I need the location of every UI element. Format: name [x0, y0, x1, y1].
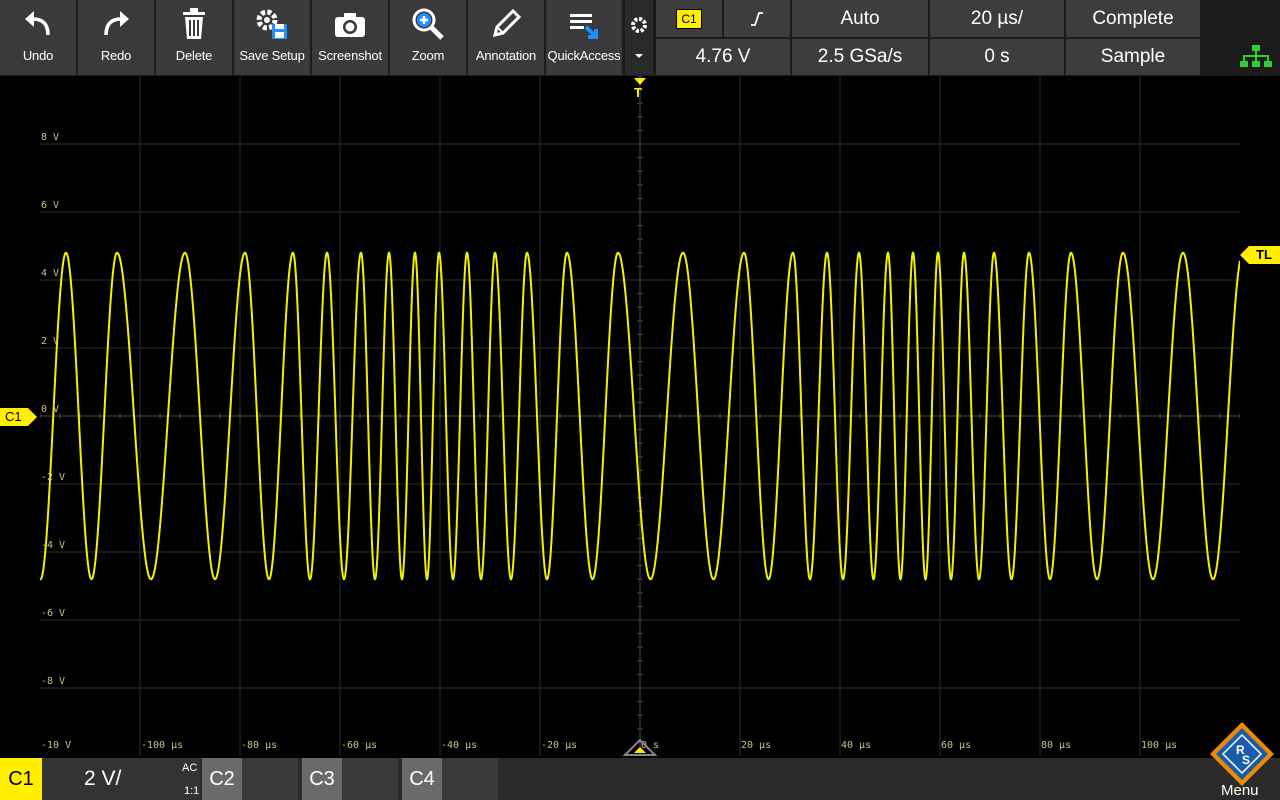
top-toolbar: Undo Redo Delete Save Setup Screenshot Z… [0, 0, 1280, 76]
pencil-icon [489, 0, 523, 48]
channel-c2-tab[interactable]: C2 [202, 758, 242, 800]
trigger-level-marker[interactable]: TL [1240, 246, 1280, 264]
quick-access-button[interactable]: QuickAccess [546, 0, 622, 75]
annotation-label: Annotation [475, 48, 537, 63]
y-axis-label: 2 V [41, 336, 60, 347]
save-setup-label: Save Setup [239, 48, 305, 63]
redo-icon [99, 0, 133, 48]
channel-c4-tab[interactable]: C4 [402, 758, 442, 800]
channel-c2-slot[interactable] [242, 758, 298, 800]
zoom-label: Zoom [411, 48, 445, 63]
x-axis-label: -80 µs [241, 740, 278, 751]
y-axis-label: -4 V [41, 540, 66, 551]
rising-edge-icon [751, 11, 763, 26]
undo-button[interactable]: Undo [0, 0, 76, 75]
waveform-canvas [40, 251, 1240, 581]
x-axis-label: -20 µs [541, 740, 578, 751]
channel-c1-probe: 1:1 [184, 785, 200, 797]
trigger-level-cell[interactable]: 4.76 V [656, 39, 790, 75]
undo-icon [21, 0, 55, 48]
channel-c3-slot[interactable] [342, 758, 398, 800]
horizontal-offset-cell[interactable]: 0 s [930, 39, 1064, 75]
x-axis-label: 100 µs [1141, 740, 1178, 751]
trigger-slope-cell[interactable] [724, 0, 790, 37]
delete-button[interactable]: Delete [156, 0, 232, 75]
zoom-icon [411, 0, 445, 48]
channel-c1-trace [40, 251, 1240, 581]
undo-label: Undo [22, 48, 54, 63]
y-axis-label: -6 V [41, 608, 66, 619]
zoom-button[interactable]: Zoom [390, 0, 466, 75]
trigger-level-marker-label: TL [1256, 247, 1272, 262]
delete-label: Delete [175, 48, 213, 63]
network-icon [1240, 45, 1272, 67]
x-axis-label: 60 µs [941, 740, 972, 751]
trigger-position-marker-label: T [634, 85, 642, 100]
x-axis-label: 20 µs [741, 740, 772, 751]
screenshot-label: Screenshot [318, 48, 382, 63]
redo-button[interactable]: Redo [78, 0, 154, 75]
trigger-source-cell[interactable]: C1 [656, 0, 722, 37]
trigger-position-marker[interactable]: T [631, 78, 649, 111]
rs-logo-icon: R S [1210, 722, 1274, 786]
channel-bar: C1 2 V/ AC 1:1 C2 C3 C4 [0, 758, 1280, 800]
x-axis-label: 40 µs [841, 740, 872, 751]
menu-label: Menu [1221, 782, 1259, 799]
trigger-source-badge: C1 [676, 8, 702, 29]
channel-c4-slot[interactable] [442, 758, 498, 800]
save-setup-button[interactable]: Save Setup [234, 0, 310, 75]
channel-offset-marker-label: C1 [5, 409, 22, 424]
acquisition-state-cell[interactable]: Complete [1066, 0, 1200, 37]
x-axis-label: -60 µs [341, 740, 378, 751]
quick-access-icon [566, 0, 602, 48]
channel-c1-tab[interactable]: C1 [0, 758, 42, 800]
annotation-button[interactable]: Annotation [468, 0, 544, 75]
acquisition-mode-cell[interactable]: Sample [1066, 39, 1200, 75]
x-axis-label: -10 V [41, 740, 72, 751]
menu-button[interactable]: R S Menu [1204, 720, 1280, 800]
channel-c1-coupling: AC [182, 762, 198, 774]
y-axis-label: -8 V [41, 676, 66, 687]
x-axis-label: -100 µs [141, 740, 184, 751]
toolbar-settings-button[interactable] [625, 0, 653, 75]
horizontal-position-marker[interactable] [623, 738, 657, 756]
channel-c3-tab[interactable]: C3 [302, 758, 342, 800]
y-axis-label: 4 V [41, 268, 60, 279]
y-axis-label: 6 V [41, 200, 60, 211]
y-axis-label: 8 V [41, 132, 60, 143]
x-axis-label: 80 µs [1041, 740, 1072, 751]
quick-access-label: QuickAccess [547, 48, 621, 63]
timebase-cell[interactable]: 20 µs/ [930, 0, 1064, 37]
trigger-mode-cell[interactable]: Auto [792, 0, 928, 37]
sample-rate-cell[interactable]: 2.5 GSa/s [792, 39, 928, 75]
waveform-display[interactable]: 8 V 6 V 4 V 2 V 0 V -2 V -4 V -6 V -8 V -10 V -10… [40, 76, 1240, 756]
screenshot-button[interactable]: Screenshot [312, 0, 388, 75]
trash-icon [179, 0, 209, 48]
chevron-down-icon [635, 53, 643, 58]
y-axis-label: -2 V [41, 472, 66, 483]
redo-label: Redo [100, 48, 132, 63]
x-axis-label: -40 µs [441, 740, 478, 751]
y-axis-label: 0 V [41, 404, 60, 415]
channel-offset-marker[interactable]: C1 [0, 408, 38, 426]
svg-text:S: S [1242, 753, 1250, 767]
save-setup-icon [254, 0, 290, 48]
camera-icon [333, 0, 367, 48]
gear-icon [631, 16, 647, 33]
channel-c1-settings[interactable]: 2 V/ AC 1:1 [42, 758, 200, 800]
channel-c1-scale: 2 V/ [84, 767, 122, 790]
